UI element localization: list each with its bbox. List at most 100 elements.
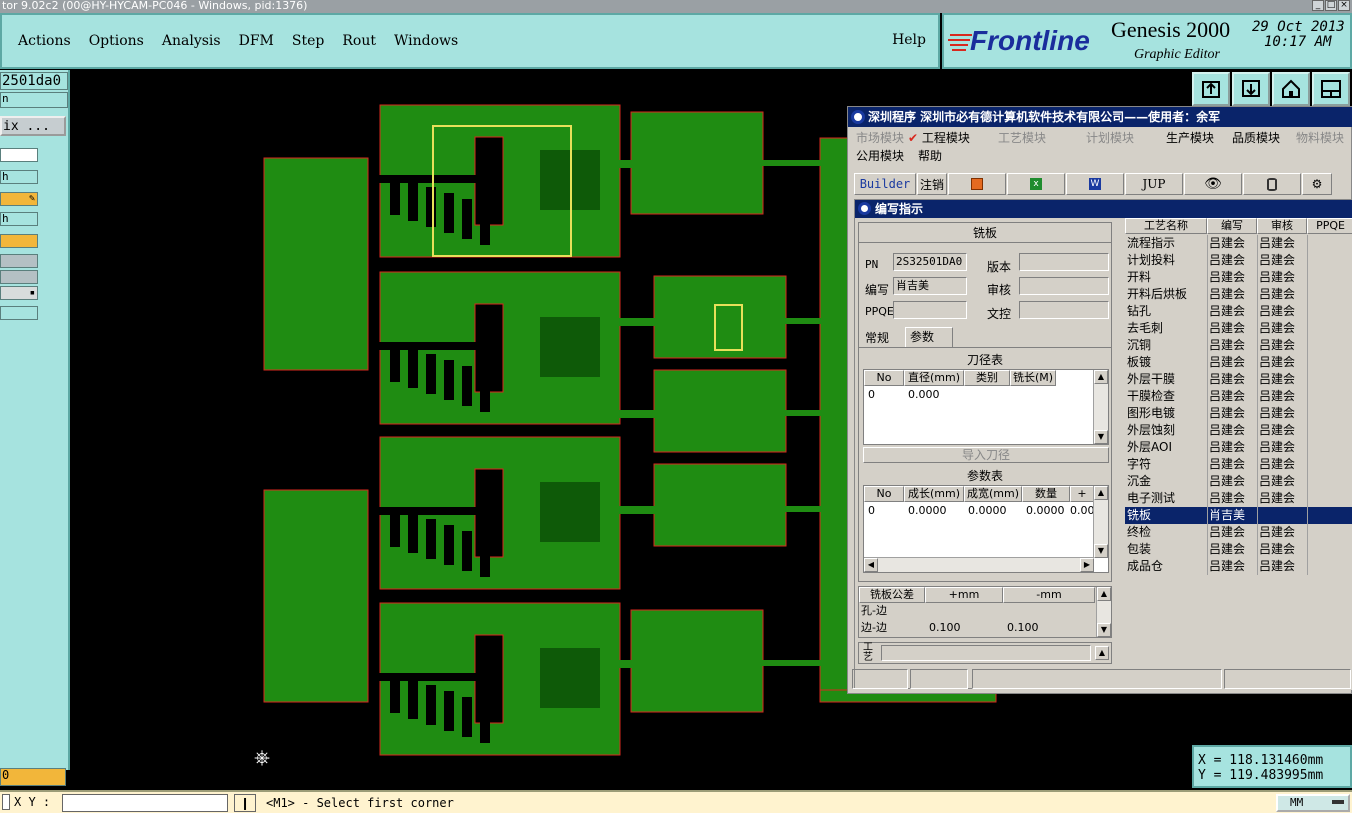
units-select[interactable]: MM xyxy=(1276,794,1350,812)
col-length[interactable]: 成长(mm) xyxy=(904,486,964,502)
menu-step[interactable]: Step xyxy=(290,33,326,49)
scroll-down-icon[interactable]: ▼ xyxy=(1097,623,1111,637)
table-cell[interactable]: 0.0000 xyxy=(904,503,964,519)
col-plus-mm[interactable]: +mm xyxy=(925,587,1003,603)
version-field[interactable] xyxy=(1019,253,1109,271)
menu-common[interactable]: 公用模块 xyxy=(856,147,904,164)
menu-windows[interactable]: Windows xyxy=(392,33,460,49)
process-row[interactable]: 字符 吕建会 吕建会 xyxy=(1125,456,1352,473)
process-row[interactable]: 干膜检查 吕建会 吕建会 xyxy=(1125,388,1352,405)
layer-item-9[interactable] xyxy=(0,306,38,320)
process-row[interactable]: 开料后烘板 吕建会 吕建会 xyxy=(1125,286,1352,303)
table-cell[interactable]: 0.000 xyxy=(1070,503,1094,519)
scroll-up-icon[interactable]: ▲ xyxy=(1094,486,1108,500)
layer-item-6[interactable] xyxy=(0,254,38,268)
table-cell[interactable]: 0 xyxy=(864,387,904,403)
settings-icon[interactable]: ⚙ xyxy=(1302,173,1332,195)
module-menu-0[interactable]: 市场模块 xyxy=(856,129,904,146)
module-menu-2[interactable]: 工艺模块 xyxy=(998,129,1046,146)
tab-general[interactable]: 常规 xyxy=(861,329,905,347)
tool-table-scrollbar[interactable]: ▲ ▼ xyxy=(1093,370,1108,444)
close-icon[interactable]: × xyxy=(1338,0,1350,11)
scroll-down-icon[interactable]: ▼ xyxy=(1094,544,1108,558)
process-row[interactable]: 去毛刺 吕建会 吕建会 xyxy=(1125,320,1352,337)
maximize-icon[interactable]: □ xyxy=(1325,0,1337,11)
col-length[interactable]: 铣长(M) xyxy=(1010,370,1056,386)
col-type[interactable]: 类别 xyxy=(964,370,1010,386)
col-no[interactable]: No xyxy=(864,486,904,502)
jup-button[interactable]: JUP xyxy=(1125,173,1183,195)
module-menu-6[interactable]: 物料模块 xyxy=(1296,129,1344,146)
process-row[interactable]: 外层AOI 吕建会 吕建会 xyxy=(1125,439,1352,456)
menu-help[interactable]: Help xyxy=(892,32,926,48)
process-row[interactable]: 沉铜 吕建会 吕建会 xyxy=(1125,337,1352,354)
layer-item-7[interactable] xyxy=(0,270,38,284)
menu-rout[interactable]: Rout xyxy=(340,33,378,49)
minimize-icon[interactable]: _ xyxy=(1312,0,1324,11)
process-row[interactable]: 板镀 吕建会 吕建会 xyxy=(1125,354,1352,371)
excel-icon[interactable]: x xyxy=(1007,173,1065,195)
tool-table[interactable]: No 直径(mm) 类别 铣长(M) 0 0.000 ▲ ▼ xyxy=(863,369,1109,445)
table-cell[interactable]: 0 xyxy=(864,503,904,519)
pn-field[interactable]: 2S32501DA0 xyxy=(893,253,967,271)
module-menu-5[interactable]: 品质模块 xyxy=(1232,129,1280,146)
logout-button[interactable]: 注销 xyxy=(917,173,947,195)
builder-button[interactable]: Builder xyxy=(854,173,916,195)
menu-dfm[interactable]: DFM xyxy=(237,33,276,49)
layer-item-8[interactable]: ▪ xyxy=(0,286,38,300)
table-cell[interactable]: 0.0000 xyxy=(1022,503,1070,519)
scroll-up-icon[interactable]: ▲ xyxy=(1097,587,1111,601)
scroll-right-icon[interactable]: ▶ xyxy=(1080,558,1094,572)
fix-button[interactable]: ix ... xyxy=(0,116,66,136)
process-row[interactable]: 外层干膜 吕建会 吕建会 xyxy=(1125,371,1352,388)
writer-field[interactable]: 肖吉美 xyxy=(893,277,967,295)
process-row[interactable]: 包装 吕建会 吕建会 xyxy=(1125,541,1352,558)
home-icon[interactable] xyxy=(1272,72,1310,106)
table-cell[interactable]: 边-边 xyxy=(859,620,925,636)
layer-item-2[interactable]: h xyxy=(0,170,38,184)
review-field[interactable] xyxy=(1019,277,1109,295)
process-row[interactable]: 开料 吕建会 吕建会 xyxy=(1125,269,1352,286)
menu-actions[interactable]: Actions xyxy=(16,33,73,49)
col-qty[interactable]: 数量 xyxy=(1022,486,1070,502)
process-row[interactable]: 钻孔 吕建会 吕建会 xyxy=(1125,303,1352,320)
process-row[interactable]: 图形电镀 吕建会 吕建会 xyxy=(1125,405,1352,422)
ppqe-field[interactable] xyxy=(893,301,967,319)
eye-icon[interactable]: 👁 xyxy=(1184,173,1242,195)
process-row[interactable]: 电子测试 吕建会 吕建会 xyxy=(1125,490,1352,507)
process-row[interactable]: 铣板 肖吉美 xyxy=(1125,507,1352,524)
doc-field[interactable] xyxy=(1019,301,1109,319)
import-tool-button[interactable]: 导入刀径 xyxy=(863,447,1109,463)
table-cell[interactable]: 0.0000 xyxy=(964,503,1022,519)
menu-options[interactable]: Options xyxy=(87,33,146,49)
layer-item-3[interactable]: ✎ xyxy=(0,192,38,206)
scroll-up-icon[interactable]: ▲ xyxy=(1094,370,1108,384)
module-menu-4[interactable]: 生产模块 xyxy=(1166,129,1214,146)
tab-params[interactable]: 参数 xyxy=(905,327,953,347)
xy-input[interactable] xyxy=(62,794,228,812)
scroll-left-icon[interactable]: ◀ xyxy=(864,558,878,572)
scroll-down-icon[interactable]: ▼ xyxy=(1094,430,1108,444)
note-scroll-icon[interactable]: ▲ xyxy=(1095,646,1109,660)
upload-icon[interactable] xyxy=(1192,72,1230,106)
col-width[interactable]: 成宽(mm) xyxy=(964,486,1022,502)
param-table-hscroll[interactable]: ◀ ▶ xyxy=(864,557,1094,572)
table-cell[interactable]: 孔-边 xyxy=(859,603,925,619)
process-row[interactable]: 成品仓 吕建会 吕建会 xyxy=(1125,558,1352,575)
layout-icon[interactable] xyxy=(1312,72,1350,106)
process-row[interactable]: 计划投料 吕建会 吕建会 xyxy=(1125,252,1352,269)
word-icon[interactable]: W xyxy=(1066,173,1124,195)
process-table[interactable]: 工艺名称 编写 审核 PPQE 流程指示 吕建会 吕建会 计划投料 吕建会 吕建会 开料 吕建… xyxy=(1125,218,1352,690)
download-icon[interactable] xyxy=(1232,72,1270,106)
menu-analysis[interactable]: Analysis xyxy=(160,33,223,49)
table-cell[interactable]: 0.000 xyxy=(904,387,964,403)
process-row[interactable]: 流程指示 吕建会 吕建会 xyxy=(1125,235,1352,252)
layer-item-4[interactable]: h xyxy=(0,212,38,226)
col-tolerance[interactable]: 铣板公差 xyxy=(859,587,925,603)
database-icon[interactable] xyxy=(1243,173,1301,195)
menu-help-cn[interactable]: 帮助 xyxy=(918,147,942,164)
col-process-name[interactable]: 工艺名称 xyxy=(1125,218,1207,234)
module-menu-3[interactable]: 计划模块 xyxy=(1086,129,1134,146)
table-cell[interactable]: 0.100 xyxy=(1003,620,1081,636)
col-plus[interactable]: + xyxy=(1070,486,1094,502)
